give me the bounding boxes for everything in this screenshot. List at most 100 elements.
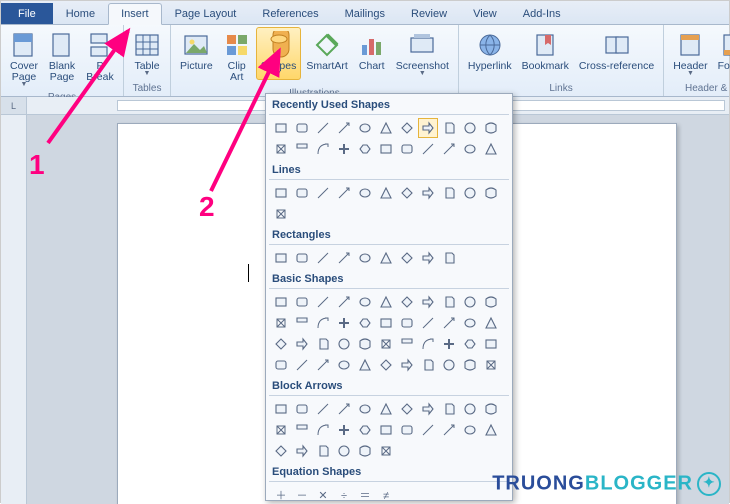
shape-option[interactable]	[355, 248, 375, 268]
blank-page-button[interactable]: Blank Page	[43, 27, 81, 87]
shape-option[interactable]	[292, 399, 312, 419]
shape-option[interactable]	[418, 420, 438, 440]
shape-option[interactable]	[271, 183, 291, 203]
shape-option[interactable]	[292, 292, 312, 312]
shape-option[interactable]	[355, 399, 375, 419]
shape-option[interactable]	[397, 313, 417, 333]
tab-page-layout[interactable]: Page Layout	[162, 3, 250, 24]
tab-addins[interactable]: Add-Ins	[510, 3, 574, 24]
footer-button[interactable]: Footer▼	[713, 27, 730, 80]
shape-option[interactable]	[376, 183, 396, 203]
shape-option[interactable]	[376, 420, 396, 440]
shape-option[interactable]	[460, 292, 480, 312]
shape-option[interactable]	[439, 183, 459, 203]
shape-option[interactable]	[334, 292, 354, 312]
shape-option[interactable]	[292, 334, 312, 354]
shape-option[interactable]	[355, 118, 375, 138]
shape-option[interactable]	[355, 420, 375, 440]
shapes-button[interactable]: Shapes▼	[256, 27, 302, 80]
screenshot-button[interactable]: Screenshot▼	[391, 27, 454, 80]
shape-option[interactable]	[439, 355, 459, 375]
shape-option[interactable]	[271, 420, 291, 440]
shape-option[interactable]	[397, 420, 417, 440]
shape-option[interactable]	[313, 355, 333, 375]
shape-option[interactable]	[271, 313, 291, 333]
shape-option[interactable]	[397, 355, 417, 375]
shape-option[interactable]: ÷	[334, 485, 354, 501]
shape-option[interactable]: ≠	[376, 485, 396, 501]
shape-option[interactable]	[439, 139, 459, 159]
shape-option[interactable]	[397, 183, 417, 203]
shape-option[interactable]	[313, 139, 333, 159]
shape-option[interactable]	[313, 292, 333, 312]
shape-option[interactable]	[334, 441, 354, 461]
shape-option[interactable]	[271, 292, 291, 312]
bookmark-button[interactable]: Bookmark	[517, 27, 574, 76]
shape-option[interactable]	[355, 292, 375, 312]
shape-option[interactable]	[313, 248, 333, 268]
shape-option[interactable]	[334, 334, 354, 354]
shape-option[interactable]	[439, 292, 459, 312]
shape-option[interactable]	[355, 313, 375, 333]
shape-option[interactable]	[271, 139, 291, 159]
tab-home[interactable]: Home	[53, 3, 108, 24]
shape-option[interactable]	[460, 183, 480, 203]
shape-option[interactable]: ＋	[271, 485, 291, 501]
shape-option[interactable]	[376, 118, 396, 138]
shape-option[interactable]	[355, 139, 375, 159]
shape-option[interactable]	[376, 399, 396, 419]
tab-mailings[interactable]: Mailings	[332, 3, 398, 24]
shape-option[interactable]	[334, 420, 354, 440]
tab-insert[interactable]: Insert	[108, 3, 162, 25]
shape-option[interactable]	[313, 420, 333, 440]
shape-option[interactable]	[271, 355, 291, 375]
shape-option[interactable]	[481, 355, 501, 375]
header-button[interactable]: Header▼	[668, 27, 712, 80]
shape-option[interactable]: ✕	[313, 485, 333, 501]
shape-option[interactable]: ＝	[355, 485, 375, 501]
shapes-dropdown-menu[interactable]: Recently Used ShapesLinesRectanglesBasic…	[265, 93, 513, 501]
cover-page-button[interactable]: Cover Page▼	[5, 27, 43, 91]
shape-option[interactable]	[418, 334, 438, 354]
shape-option[interactable]	[460, 399, 480, 419]
table-button[interactable]: Table▼	[128, 27, 166, 80]
shape-option[interactable]	[481, 399, 501, 419]
shape-option[interactable]	[376, 139, 396, 159]
shape-option[interactable]	[355, 355, 375, 375]
tab-view[interactable]: View	[460, 3, 510, 24]
shape-option[interactable]	[418, 183, 438, 203]
shape-option[interactable]	[418, 248, 438, 268]
shape-option[interactable]	[271, 334, 291, 354]
tab-references[interactable]: References	[249, 3, 331, 24]
shape-option[interactable]	[397, 399, 417, 419]
shape-option[interactable]	[313, 399, 333, 419]
shape-option[interactable]	[292, 183, 312, 203]
shape-option[interactable]	[481, 420, 501, 440]
shape-option[interactable]	[460, 139, 480, 159]
shape-option[interactable]	[376, 292, 396, 312]
shape-option[interactable]	[418, 355, 438, 375]
shape-option[interactable]	[313, 118, 333, 138]
shape-option[interactable]	[376, 355, 396, 375]
shape-option[interactable]	[292, 313, 312, 333]
cross-reference-button[interactable]: Cross-reference	[574, 27, 659, 76]
shape-option[interactable]	[313, 313, 333, 333]
shape-option[interactable]	[334, 183, 354, 203]
clip-art-button[interactable]: Clip Art	[218, 27, 256, 87]
shape-option[interactable]	[481, 118, 501, 138]
smartart-button[interactable]: SmartArt	[301, 27, 352, 76]
shape-option[interactable]	[460, 118, 480, 138]
shape-option[interactable]	[439, 248, 459, 268]
shape-option[interactable]	[376, 441, 396, 461]
shape-option[interactable]	[334, 313, 354, 333]
shape-option[interactable]	[460, 334, 480, 354]
shape-option[interactable]	[397, 139, 417, 159]
shape-option[interactable]	[334, 248, 354, 268]
shape-option[interactable]	[271, 118, 291, 138]
shape-option[interactable]	[292, 139, 312, 159]
shape-option[interactable]	[481, 313, 501, 333]
shape-option[interactable]	[439, 313, 459, 333]
shape-option[interactable]	[271, 441, 291, 461]
shape-option[interactable]	[355, 441, 375, 461]
shape-option[interactable]	[292, 420, 312, 440]
